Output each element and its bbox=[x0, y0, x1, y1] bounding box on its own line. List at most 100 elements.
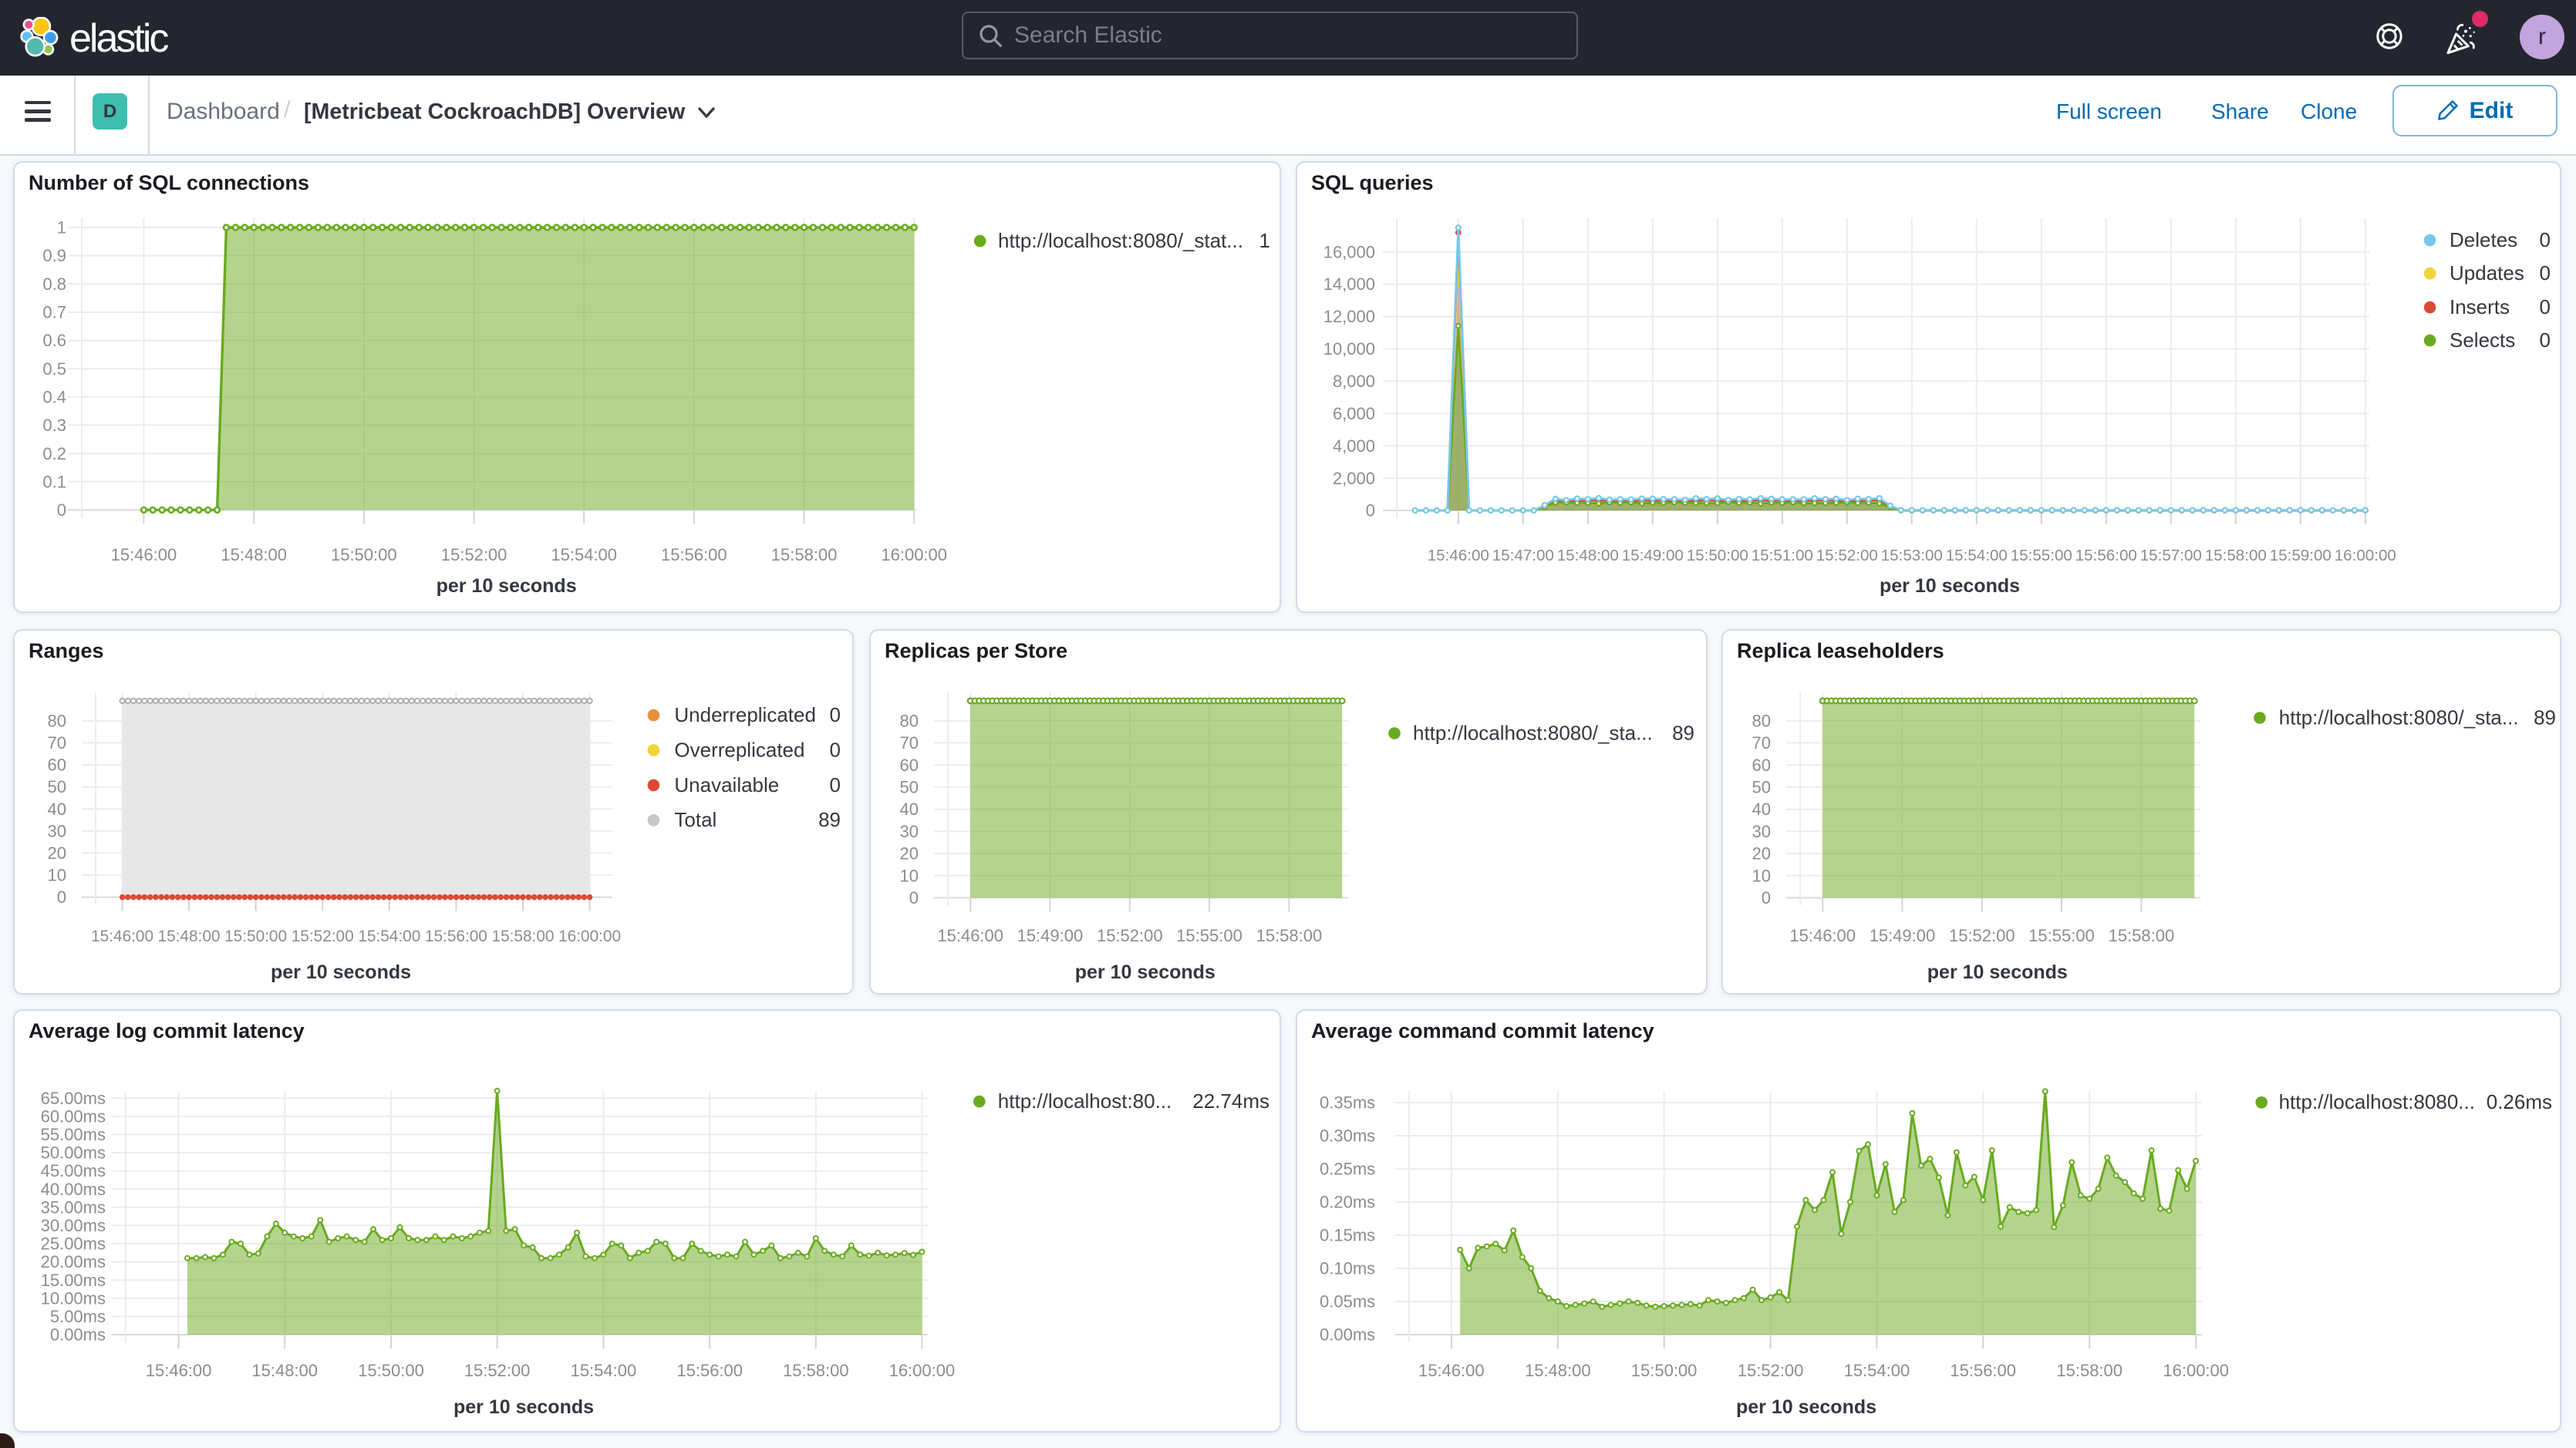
svg-text:per 10 seconds: per 10 seconds bbox=[271, 961, 411, 983]
svg-text:60: 60 bbox=[900, 756, 919, 775]
svg-text:15:50:00: 15:50:00 bbox=[1687, 547, 1748, 564]
svg-text:15:56:00: 15:56:00 bbox=[425, 928, 487, 945]
svg-text:15:58:00: 15:58:00 bbox=[1256, 926, 1323, 945]
svg-text:70: 70 bbox=[900, 733, 919, 753]
svg-text:Deletes: Deletes bbox=[2450, 228, 2517, 251]
svg-text:2,000: 2,000 bbox=[1333, 469, 1375, 488]
svg-text:12,000: 12,000 bbox=[1323, 307, 1375, 326]
svg-text:40: 40 bbox=[1752, 800, 1771, 819]
svg-text:0.15ms: 0.15ms bbox=[1320, 1226, 1375, 1245]
svg-text:15:50:00: 15:50:00 bbox=[331, 545, 397, 564]
svg-text:15:58:00: 15:58:00 bbox=[783, 1361, 849, 1380]
svg-text:45.00ms: 45.00ms bbox=[41, 1161, 106, 1180]
svg-text:0.10ms: 0.10ms bbox=[1320, 1259, 1375, 1278]
svg-text:0.00ms: 0.00ms bbox=[1320, 1325, 1375, 1345]
svg-text:0.1: 0.1 bbox=[42, 472, 66, 491]
svg-text:16:00:00: 16:00:00 bbox=[558, 928, 621, 945]
svg-text:89: 89 bbox=[818, 808, 841, 831]
svg-text:0: 0 bbox=[830, 703, 841, 726]
svg-text:15:46:00: 15:46:00 bbox=[937, 926, 1003, 945]
svg-text:Inserts: Inserts bbox=[2450, 295, 2510, 318]
svg-text:0: 0 bbox=[2540, 228, 2551, 251]
svg-text:15:54:00: 15:54:00 bbox=[358, 928, 420, 945]
svg-text:Total: Total bbox=[674, 808, 716, 831]
svg-text:Unavailable: Unavailable bbox=[674, 773, 779, 796]
svg-text:30: 30 bbox=[1752, 822, 1771, 841]
svg-text:22.74ms: 22.74ms bbox=[1192, 1089, 1269, 1113]
svg-text:15:56:00: 15:56:00 bbox=[2075, 547, 2137, 564]
svg-text:per 10 seconds: per 10 seconds bbox=[1075, 961, 1216, 983]
svg-text:0.25ms: 0.25ms bbox=[1320, 1160, 1375, 1179]
svg-text:0: 0 bbox=[57, 500, 66, 520]
svg-text:0.35ms: 0.35ms bbox=[1320, 1093, 1375, 1113]
svg-text:10: 10 bbox=[1752, 866, 1771, 885]
svg-text:15:54:00: 15:54:00 bbox=[571, 1361, 637, 1380]
svg-text:80: 80 bbox=[900, 711, 919, 730]
svg-text:1: 1 bbox=[1259, 229, 1270, 252]
svg-text:15:46:00: 15:46:00 bbox=[146, 1361, 212, 1380]
svg-text:70: 70 bbox=[48, 733, 66, 753]
svg-text:15.00ms: 15.00ms bbox=[41, 1271, 106, 1290]
svg-text:0.5: 0.5 bbox=[42, 359, 66, 379]
svg-text:15:46:00: 15:46:00 bbox=[91, 928, 153, 945]
svg-text:0.20ms: 0.20ms bbox=[1320, 1193, 1375, 1212]
svg-text:80: 80 bbox=[1752, 711, 1771, 730]
svg-text:0: 0 bbox=[2540, 295, 2551, 318]
svg-text:15:46:00: 15:46:00 bbox=[1418, 1361, 1485, 1380]
svg-text:16:00:00: 16:00:00 bbox=[881, 545, 947, 564]
svg-text:15:49:00: 15:49:00 bbox=[1870, 926, 1936, 945]
svg-text:60: 60 bbox=[1752, 756, 1771, 775]
svg-text:50: 50 bbox=[900, 777, 919, 796]
svg-text:15:47:00: 15:47:00 bbox=[1492, 547, 1554, 564]
svg-text:15:46:00: 15:46:00 bbox=[111, 545, 177, 564]
svg-text:50: 50 bbox=[48, 777, 66, 796]
svg-text:0.2: 0.2 bbox=[42, 444, 66, 463]
svg-text:Updates: Updates bbox=[2450, 261, 2524, 285]
svg-text:Overreplicated: Overreplicated bbox=[674, 738, 804, 761]
svg-text:20: 20 bbox=[48, 844, 66, 863]
svg-text:0.30ms: 0.30ms bbox=[1320, 1126, 1375, 1146]
svg-text:15:48:00: 15:48:00 bbox=[1525, 1361, 1591, 1380]
svg-text:http://localhost:80...: http://localhost:80... bbox=[998, 1089, 1172, 1113]
svg-text:http://localhost:8080/_sta...: http://localhost:8080/_sta... bbox=[1413, 721, 1653, 744]
svg-text:15:56:00: 15:56:00 bbox=[661, 545, 727, 564]
svg-text:per 10 seconds: per 10 seconds bbox=[437, 575, 577, 597]
svg-text:15:48:00: 15:48:00 bbox=[1557, 547, 1619, 564]
svg-text:0.9: 0.9 bbox=[42, 246, 66, 265]
svg-text:0.6: 0.6 bbox=[42, 331, 66, 350]
svg-text:Underreplicated: Underreplicated bbox=[674, 703, 816, 726]
svg-text:15:55:00: 15:55:00 bbox=[1176, 926, 1242, 945]
svg-text:15:49:00: 15:49:00 bbox=[1017, 926, 1084, 945]
svg-text:0: 0 bbox=[830, 773, 841, 796]
svg-text:0: 0 bbox=[909, 888, 919, 908]
svg-text:0: 0 bbox=[2540, 261, 2551, 285]
svg-text:15:52:00: 15:52:00 bbox=[1949, 926, 2015, 945]
svg-text:60.00ms: 60.00ms bbox=[41, 1106, 106, 1126]
svg-text:15:54:00: 15:54:00 bbox=[1844, 1361, 1910, 1380]
svg-text:15:57:00: 15:57:00 bbox=[2140, 547, 2202, 564]
svg-text:40.00ms: 40.00ms bbox=[41, 1180, 106, 1199]
svg-text:15:46:00: 15:46:00 bbox=[1428, 547, 1489, 564]
svg-text:0.3: 0.3 bbox=[42, 416, 66, 435]
svg-text:30: 30 bbox=[48, 821, 66, 840]
svg-text:15:58:00: 15:58:00 bbox=[2109, 926, 2175, 945]
svg-text:10.00ms: 10.00ms bbox=[41, 1288, 106, 1308]
svg-text:30: 30 bbox=[900, 822, 919, 841]
svg-text:55.00ms: 55.00ms bbox=[41, 1125, 106, 1144]
svg-text:65.00ms: 65.00ms bbox=[41, 1089, 106, 1108]
svg-text:15:50:00: 15:50:00 bbox=[224, 928, 287, 945]
svg-text:16:00:00: 16:00:00 bbox=[2335, 547, 2396, 564]
svg-text:6,000: 6,000 bbox=[1333, 404, 1375, 423]
svg-text:15:52:00: 15:52:00 bbox=[1097, 926, 1163, 945]
svg-text:70: 70 bbox=[1752, 733, 1771, 753]
svg-text:16,000: 16,000 bbox=[1323, 242, 1375, 261]
svg-text:Selects: Selects bbox=[2450, 328, 2515, 352]
svg-text:per 10 seconds: per 10 seconds bbox=[1927, 961, 2068, 983]
svg-text:15:58:00: 15:58:00 bbox=[771, 545, 838, 564]
svg-text:0.05ms: 0.05ms bbox=[1320, 1292, 1375, 1312]
svg-text:15:56:00: 15:56:00 bbox=[676, 1361, 743, 1380]
svg-text:10,000: 10,000 bbox=[1323, 339, 1375, 359]
svg-text:per 10 seconds: per 10 seconds bbox=[453, 1396, 594, 1418]
svg-text:15:48:00: 15:48:00 bbox=[221, 545, 287, 564]
svg-text:50: 50 bbox=[1752, 777, 1771, 796]
